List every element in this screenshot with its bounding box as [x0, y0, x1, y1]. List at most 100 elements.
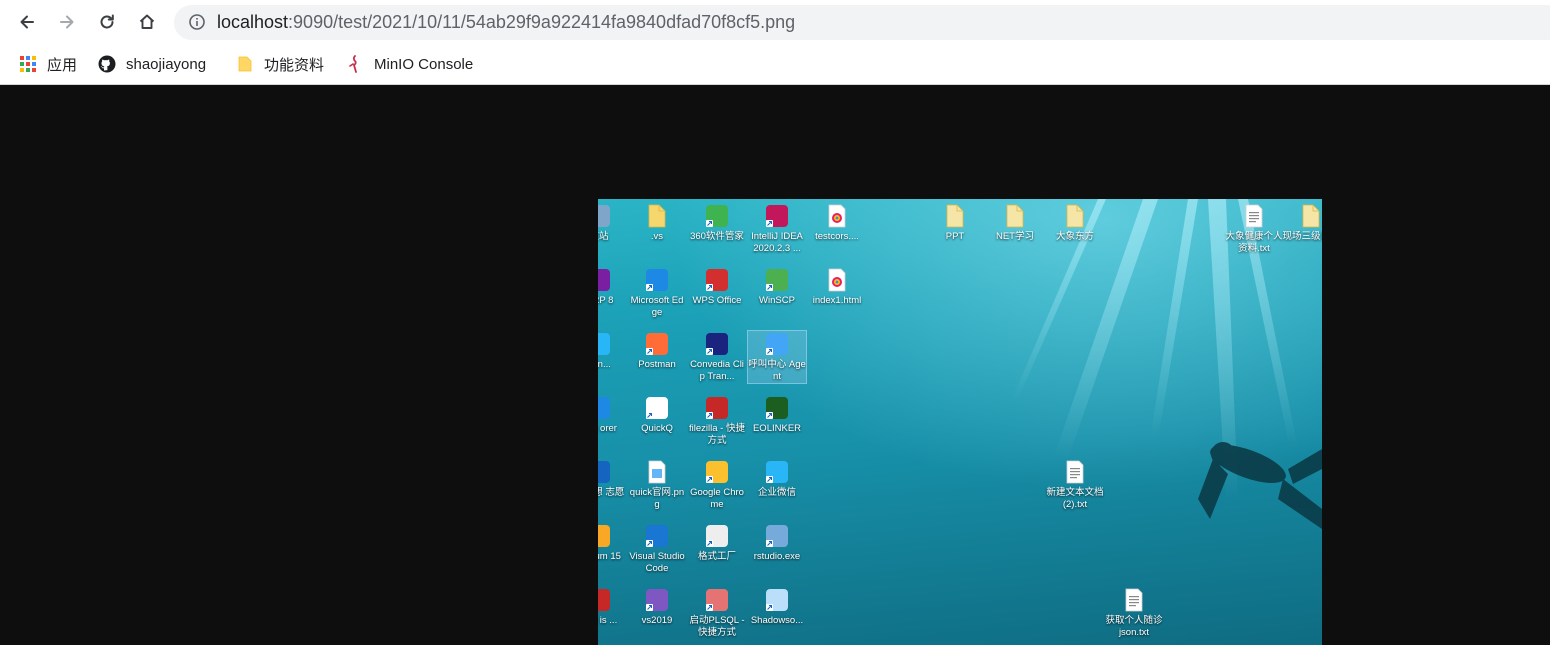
text-file-icon [1241, 203, 1267, 229]
desktop-icon[interactable]: 呼叫中心 Agent [747, 330, 807, 384]
folder-icon [236, 55, 254, 73]
desktop-icon[interactable]: WinSCP [748, 267, 806, 307]
agent-icon [764, 331, 790, 357]
axure-icon [598, 267, 612, 293]
wps-icon [704, 267, 730, 293]
desktop-icon[interactable]: Postman [628, 331, 686, 371]
desktop-icon[interactable]: Shadowso... [748, 587, 806, 627]
bookmark-label: 功能资料 [264, 56, 325, 74]
desktop-icon[interactable]: testcors.... [808, 203, 866, 243]
desktop-icon-label: IntelliJ IDEA 2020.2.3 ... [751, 231, 803, 254]
html-file-icon [824, 267, 850, 293]
bookmark-github[interactable]: shaojiayong [98, 52, 206, 76]
desktop-icon-label: Visual Studio Code [629, 551, 685, 574]
home-button[interactable] [132, 7, 162, 37]
desktop-icon[interactable]: 360软件管家 [688, 203, 746, 243]
desktop-icon[interactable]: IntelliJ IDEA 2020.2.3 ... [748, 203, 806, 255]
desktop-icon[interactable]: vs2019 [628, 587, 686, 627]
desktop-icon-label: 呼叫中心 Agent [748, 359, 806, 382]
browser-toolbar: localhost:9090/test/2021/10/11/54ab29f9a… [0, 0, 1550, 44]
back-button[interactable] [12, 7, 42, 37]
desktop-icon[interactable]: 收站 [598, 203, 628, 243]
desktop-icon[interactable]: .vs [628, 203, 686, 243]
desktop-icon[interactable]: 大象健康个人资料.txt [1225, 203, 1283, 255]
desktop-icon-label: QuickQ [641, 423, 673, 434]
desktop-icon-label: 启动PLSQL - 快捷方式 [689, 615, 745, 638]
desktop-icon[interactable]: vo联想 志愿 [598, 459, 628, 499]
bookmark-folder[interactable]: 功能资料 [236, 52, 324, 76]
desktop-icon[interactable]: quick官网.png [628, 459, 686, 511]
desktop-icon[interactable]: EOLINKER [748, 395, 806, 435]
desktop-icon-label: filezilla - 快捷方式 [689, 423, 745, 446]
app-icon [598, 459, 612, 485]
desktop-icon[interactable]: 获取个人随诊 json.txt [1105, 587, 1163, 639]
url-text[interactable]: localhost:9090/test/2021/10/11/54ab29f9a… [217, 12, 795, 32]
desktop-icon-label: 新建文本文档 (2).txt [1046, 487, 1104, 510]
desktop-icon[interactable]: icat um 15 [598, 523, 628, 563]
filezilla-icon [704, 395, 730, 421]
desktop-icon-label: icat um 15 [598, 551, 621, 562]
forward-button[interactable] [52, 7, 82, 37]
desktop-icon[interactable]: QuickQ [628, 395, 686, 435]
minio-icon [346, 55, 364, 73]
desktop-icon[interactable]: Microsoft Edge [628, 267, 686, 319]
image-file-icon [644, 459, 670, 485]
desktop-icon[interactable]: PPT [926, 203, 984, 243]
text-file-icon [1121, 587, 1147, 613]
desktop-icon-label: 获取个人随诊 json.txt [1105, 615, 1163, 638]
360-software-icon [704, 203, 730, 229]
desktop-icon-label: rnet orer [598, 423, 617, 434]
bookmark-label: shaojiayong [126, 55, 207, 73]
chrome-icon [704, 459, 730, 485]
desktop-icon[interactable]: e RP 8 [598, 267, 628, 307]
desktop-icon-label: Microsoft Edge [630, 295, 684, 318]
quickq-icon [644, 395, 670, 421]
desktop-icon[interactable]: 新建文本文档 (2).txt [1046, 459, 1104, 511]
desktop-icon[interactable]: 大象东方 [1046, 203, 1104, 243]
url-path: :9090/test/2021/10/11/54ab29f9a922414fa9… [288, 12, 796, 32]
desktop-icon[interactable]: Google Chrome [688, 459, 746, 511]
desktop-icon-label: WinSCP [759, 295, 795, 306]
image-viewer: 收站 .vs 360软件管家 IntelliJ IDEA 2020.2.3 ... te… [0, 86, 1550, 645]
desktop-icon-label: 企业微信 [757, 487, 796, 498]
folder-icon [942, 203, 968, 229]
bookmark-apps[interactable]: 应用 [19, 52, 77, 76]
desktop-icon-label: onn... [598, 359, 611, 370]
desktop-icon[interactable]: filezilla - 快捷方式 [688, 395, 746, 447]
format-factory-icon [704, 523, 730, 549]
desktop-icon-label: 大象健康个人资料.txt [1225, 231, 1283, 254]
folder-icon [644, 203, 670, 229]
bookmark-minio[interactable]: MinIO Console [346, 52, 473, 76]
desktop-icon[interactable]: 格式工厂 [688, 523, 746, 563]
desktop-icon[interactable]: onn... [598, 331, 628, 371]
edge-icon [644, 267, 670, 293]
desktop-icon[interactable]: ther is ... [598, 587, 628, 627]
desktop-icon[interactable]: 企业微信 [748, 459, 806, 499]
desktop-icon[interactable]: Convedia Clip Tran... [688, 331, 746, 383]
postman-icon [644, 331, 670, 357]
info-icon[interactable] [188, 13, 206, 31]
desktop-screenshot[interactable]: 收站 .vs 360软件管家 IntelliJ IDEA 2020.2.3 ... te… [598, 199, 1322, 645]
desktop-icon[interactable]: rnet orer [598, 395, 628, 435]
reload-icon [100, 14, 114, 29]
shadowsocks-icon [764, 587, 790, 613]
desktop-icon[interactable]: NET学习 [986, 203, 1044, 243]
desktop-icon-label: 现场三级目录 [1282, 231, 1322, 242]
desktop-icon[interactable]: index1.html [808, 267, 866, 307]
back-arrow-icon [20, 15, 34, 29]
folder-icon [1298, 203, 1322, 229]
desktop-icon-label: quick官网.png [629, 487, 685, 510]
address-bar[interactable]: localhost:9090/test/2021/10/11/54ab29f9a… [174, 5, 1550, 40]
desktop-icon[interactable]: 启动PLSQL - 快捷方式 [688, 587, 746, 639]
desktop-icon-label: NET学习 [995, 231, 1034, 242]
desktop-icon[interactable]: 现场三级目录 [1282, 203, 1322, 243]
desktop-icon[interactable]: rstudio.exe [748, 523, 806, 563]
desktop-icon-label: vs2019 [641, 615, 673, 626]
desktop-icon-label: 格式工厂 [697, 551, 736, 562]
desktop-icon-label: Shadowso... [750, 615, 804, 626]
desktop-icon-label: index1.html [812, 295, 862, 306]
desktop-icon-label: 收站 [598, 231, 609, 242]
reload-button[interactable] [92, 7, 122, 37]
desktop-icon[interactable]: WPS Office [688, 267, 746, 307]
desktop-icon[interactable]: Visual Studio Code [628, 523, 686, 575]
